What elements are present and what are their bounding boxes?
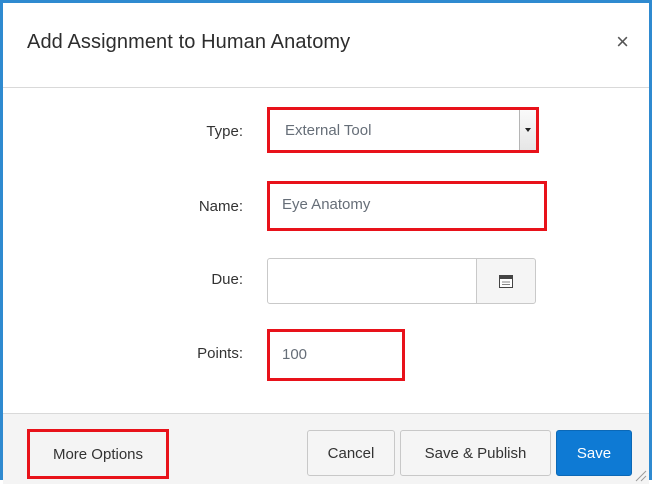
- save-publish-button[interactable]: Save & Publish: [400, 430, 551, 476]
- calendar-icon: [499, 274, 513, 288]
- more-options-button[interactable]: More Options: [27, 429, 169, 479]
- chevron-down-icon[interactable]: [519, 110, 536, 150]
- name-field[interactable]: Eye Anatomy: [267, 181, 547, 231]
- dialog-footer: More Options Cancel Save & Publish Save: [3, 413, 649, 484]
- close-icon[interactable]: ×: [616, 31, 629, 53]
- due-date-field[interactable]: [267, 258, 477, 304]
- add-assignment-dialog: Add Assignment to Human Anatomy × Type: …: [0, 0, 652, 484]
- points-label: Points:: [197, 345, 243, 362]
- type-label: Type:: [206, 123, 243, 140]
- name-field-value: Eye Anatomy: [282, 196, 371, 213]
- dialog-header: Add Assignment to Human Anatomy ×: [3, 3, 649, 88]
- dialog-title: Add Assignment to Human Anatomy: [27, 31, 351, 53]
- save-button[interactable]: Save: [556, 430, 632, 476]
- due-label: Due:: [211, 271, 243, 288]
- points-field[interactable]: 100: [267, 329, 405, 381]
- type-select-value: External Tool: [285, 122, 372, 139]
- type-select[interactable]: External Tool: [267, 107, 539, 153]
- points-field-value: 100: [282, 346, 308, 363]
- cancel-button[interactable]: Cancel: [307, 430, 395, 476]
- name-label: Name:: [198, 198, 243, 215]
- calendar-button[interactable]: [476, 258, 536, 304]
